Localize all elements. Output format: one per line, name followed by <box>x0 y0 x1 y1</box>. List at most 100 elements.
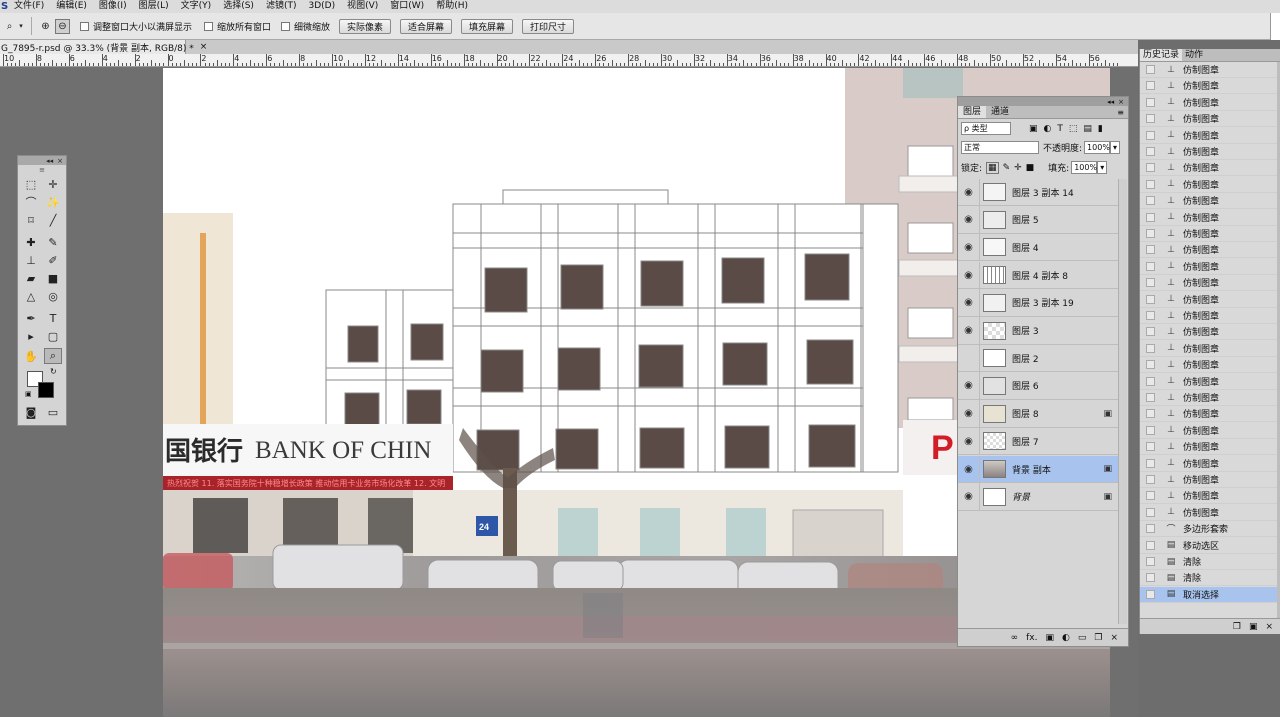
layer-row[interactable]: ◉ 图层 4 <box>958 233 1118 262</box>
fx-icon[interactable]: fx. <box>1026 633 1037 643</box>
history-brush-source-checkbox[interactable] <box>1146 163 1155 173</box>
history-state[interactable]: ⊥ 仿制图章 <box>1140 357 1278 374</box>
menu-file[interactable]: 文件(F) <box>8 0 50 13</box>
history-state[interactable]: ⊥ 仿制图章 <box>1140 488 1278 505</box>
blur-tool-icon[interactable]: △ <box>22 288 40 304</box>
history-state[interactable]: ⊥ 仿制图章 <box>1140 505 1278 521</box>
history-brush-source-checkbox[interactable] <box>1146 557 1155 566</box>
layer-row[interactable]: ◉ 图层 7 <box>958 427 1118 456</box>
history-brush-source-checkbox[interactable] <box>1146 573 1155 583</box>
visibility-eye-icon[interactable]: ◉ <box>958 261 980 289</box>
close-icon[interactable]: × <box>200 42 208 52</box>
visibility-eye-icon[interactable]: ◉ <box>958 344 980 372</box>
document-tab[interactable]: G_7895-r.psd @ 33.3% (背景 副本, RGB/8) * × <box>0 40 207 54</box>
history-state[interactable]: ⊥ 仿制图章 <box>1140 324 1278 341</box>
visibility-eye-icon[interactable]: ◉ <box>958 427 980 455</box>
menu-type[interactable]: 文字(Y) <box>175 0 218 13</box>
history-state[interactable]: ⊥ 仿制图章 <box>1140 275 1278 292</box>
chevron-down-icon[interactable]: ▾ <box>17 19 25 34</box>
trash-icon[interactable]: ⨯ <box>1265 622 1273 632</box>
menu-help[interactable]: 帮助(H) <box>430 0 474 13</box>
history-brush-source-checkbox[interactable] <box>1146 65 1155 74</box>
visibility-eye-icon[interactable]: ◉ <box>958 206 980 234</box>
zoom-tool-icon[interactable]: ⌕ <box>44 348 62 364</box>
move-tool-icon[interactable]: ✛ <box>44 176 62 192</box>
photoshop-logo-icon[interactable]: S <box>0 1 8 12</box>
menu-view[interactable]: 视图(V) <box>341 0 384 13</box>
history-state[interactable]: ⊥ 仿制图章 <box>1140 390 1278 406</box>
zoom-out-icon[interactable]: ⊖ <box>55 18 70 34</box>
default-colors-icon[interactable]: ▣ <box>25 390 32 398</box>
group-icon[interactable]: ▭ <box>1078 633 1087 643</box>
new-layer-icon[interactable]: ❐ <box>1094 633 1102 643</box>
collapse-icon[interactable]: ◂◂ <box>46 157 53 165</box>
history-brush-source-checkbox[interactable] <box>1146 81 1155 91</box>
history-state[interactable]: ▤ 取消选择 <box>1140 586 1278 603</box>
checkbox-box[interactable] <box>204 21 214 31</box>
history-brush-source-checkbox[interactable] <box>1146 278 1155 288</box>
history-brush-source-checkbox[interactable] <box>1146 360 1155 370</box>
checkbox-box[interactable] <box>80 21 89 31</box>
history-brush-source-checkbox[interactable] <box>1146 147 1155 156</box>
lasso-tool-icon[interactable]: ⌒ <box>22 194 40 210</box>
tab-history[interactable]: 历史记录 <box>1140 49 1183 61</box>
filter-toggle-icon[interactable]: ▮ <box>1098 124 1103 134</box>
opacity-dropdown[interactable]: ▾ <box>1110 141 1121 154</box>
tab-channels[interactable]: 通道 <box>986 106 1014 118</box>
dodge-tool-icon[interactable]: ◎ <box>44 288 62 304</box>
clone-stamp-tool-icon[interactable]: ⊥ <box>22 252 40 268</box>
screen-mode-icon[interactable]: ▭ <box>44 404 62 420</box>
adjustment-icon[interactable]: ◐ <box>1062 633 1070 643</box>
tab-layers[interactable]: 图层 <box>958 106 987 118</box>
pen-tool-icon[interactable]: ✒ <box>22 310 40 326</box>
history-brush-source-checkbox[interactable] <box>1146 294 1155 304</box>
history-state[interactable]: ⌒ 多边形套索 <box>1140 521 1278 538</box>
history-brush-source-checkbox[interactable] <box>1146 114 1155 124</box>
fill-input[interactable]: 100% <box>1071 161 1098 174</box>
layer-row[interactable]: ◉ 图层 3 <box>958 317 1118 345</box>
checkbox-box[interactable] <box>281 21 291 31</box>
history-brush-source-checkbox[interactable] <box>1146 442 1155 452</box>
zoom-tool-preset-icon[interactable]: ⌕ <box>2 19 17 34</box>
layer-row[interactable]: ◉ 图层 3 副本 19 <box>958 289 1118 317</box>
history-brush-source-checkbox[interactable] <box>1146 475 1155 484</box>
filter-shape-icon[interactable]: ⬚ <box>1069 124 1078 134</box>
mask-icon[interactable]: ▣ <box>1045 633 1054 643</box>
healing-brush-tool-icon[interactable]: ✚ <box>22 234 40 250</box>
crop-tool-icon[interactable]: ⌑ <box>22 212 40 228</box>
tools-panel-header[interactable]: ◂◂ × <box>18 156 66 165</box>
tab-actions[interactable]: 动作 <box>1182 49 1206 61</box>
history-state[interactable]: ⊥ 仿制图章 <box>1140 177 1278 193</box>
history-state[interactable]: ⊥ 仿制图章 <box>1140 62 1278 78</box>
filter-adjustment-icon[interactable]: ◐ <box>1044 124 1052 134</box>
trash-icon[interactable]: ⨯ <box>1110 633 1118 643</box>
link-icon[interactable]: ∞ <box>1011 633 1019 643</box>
history-brush-source-checkbox[interactable] <box>1146 376 1155 386</box>
visibility-eye-icon[interactable]: ◉ <box>958 400 980 428</box>
history-state[interactable]: ⊥ 仿制图章 <box>1140 423 1278 439</box>
horizontal-ruler[interactable]: 10 8 6 4 2 0 2 4 6 8 10 12 14 16 18 20 22 24 26 28 30 32 34 36 3… <box>0 54 1138 67</box>
history-brush-source-checkbox[interactable] <box>1146 229 1155 238</box>
hand-tool-icon[interactable]: ✋ <box>22 348 40 364</box>
history-state[interactable]: ▤ 移动选区 <box>1140 538 1278 554</box>
panel-menu-icon[interactable]: ≡ <box>1117 106 1128 118</box>
print-size-button[interactable]: 打印尺寸 <box>522 18 575 34</box>
type-tool-icon[interactable]: T <box>44 310 62 326</box>
quick-mask-icon[interactable]: ◙ <box>22 404 40 420</box>
menu-3d[interactable]: 3D(D) <box>302 0 341 13</box>
layer-row[interactable]: ◉ 图层 5 <box>958 206 1118 234</box>
visibility-eye-icon[interactable]: ◉ <box>958 289 980 317</box>
visibility-eye-icon[interactable]: ◉ <box>958 455 980 483</box>
history-state[interactable]: ⊥ 仿制图章 <box>1140 259 1278 275</box>
history-state[interactable]: ⊥ 仿制图章 <box>1140 242 1278 259</box>
close-icon[interactable]: × <box>57 157 63 165</box>
fill-screen-button[interactable]: 填充屏幕 <box>461 18 514 34</box>
history-brush-source-checkbox[interactable] <box>1146 311 1155 320</box>
history-state[interactable]: ▤ 清除 <box>1140 554 1278 570</box>
history-brush-source-checkbox[interactable] <box>1146 524 1155 534</box>
layer-filter-select[interactable]: ρ 类型 <box>961 122 1011 135</box>
layer-row[interactable]: ◉ 图层 2 <box>958 344 1118 373</box>
visibility-eye-icon[interactable]: ◉ <box>958 178 980 206</box>
history-state[interactable]: ⊥ 仿制图章 <box>1140 111 1278 128</box>
history-brush-source-checkbox[interactable] <box>1146 179 1155 189</box>
